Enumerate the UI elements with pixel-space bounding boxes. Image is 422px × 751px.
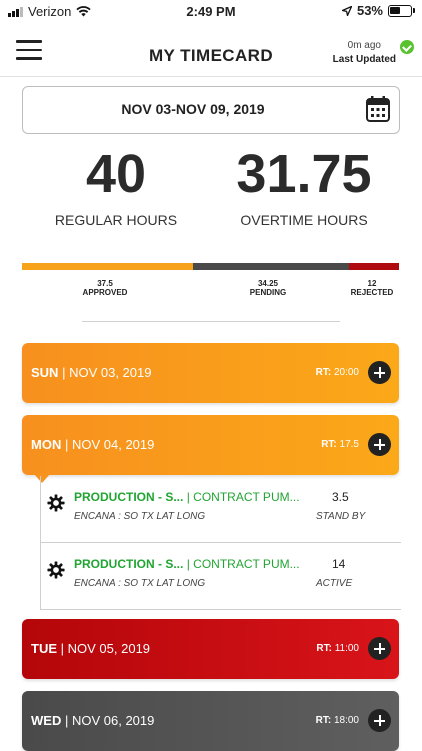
pending-value: 34.25 <box>257 279 279 288</box>
add-entry-button[interactable] <box>368 361 391 384</box>
app-header: MY TIMECARD 0m ago Last Updated <box>0 34 422 77</box>
day-rt: RT: 17.5 <box>321 439 359 450</box>
pending-stat: 34.25 PENDING <box>233 279 303 297</box>
entry-client: ENCANA : SO TX LAT LONG <box>74 511 206 522</box>
rt-label: RT: <box>316 643 332 654</box>
pending-segment <box>192 263 349 270</box>
entry-job: PRODUCTION - S... <box>74 557 184 571</box>
day-separator: | <box>60 641 65 656</box>
approved-value: 37.5 <box>97 279 113 288</box>
battery-percent: 53% <box>356 3 383 18</box>
add-entry-button[interactable] <box>368 709 391 732</box>
entry-status: STAND BY <box>316 511 366 522</box>
hours-status-labels: 37.5 APPROVED 34.25 PENDING 12 REJECTED <box>22 279 399 299</box>
rt-label: RT: <box>315 715 332 726</box>
date-range-picker[interactable]: NOV 03-NOV 09, 2019 <box>22 86 400 134</box>
status-bar: Verizon 2:49 PM 53% <box>0 0 422 24</box>
entry-task: CONTRACT PUM... <box>193 490 300 504</box>
approved-stat: 37.5 APPROVED <box>70 279 140 297</box>
day-name: SUN <box>31 365 59 380</box>
rt-label: RT: <box>321 439 337 450</box>
day-row-label: TUE | NOV 05, 2019 <box>31 641 150 656</box>
last-updated-ago: 0m ago <box>347 40 381 51</box>
hours-status-bar <box>22 263 399 270</box>
rejected-stat: 12 REJECTED <box>339 279 405 297</box>
rt-value: 20:00 <box>333 367 359 378</box>
day-name: TUE <box>31 641 57 656</box>
day-date: NOV 03, 2019 <box>69 365 152 380</box>
check-circle-icon <box>400 40 414 54</box>
entry-status: ACTIVE <box>316 578 353 589</box>
battery-icon <box>388 4 415 17</box>
day-date: NOV 05, 2019 <box>67 641 151 656</box>
gear-icon <box>47 494 65 512</box>
day-date: NOV 06, 2019 <box>71 713 155 728</box>
last-updated[interactable]: 0m ago Last Updated <box>332 40 414 65</box>
day-row-label: MON | NOV 04, 2019 <box>31 437 154 452</box>
rt-value: 11:00 <box>334 643 359 654</box>
location-arrow-icon <box>341 5 352 16</box>
rt-value: 17.5 <box>339 439 359 450</box>
pending-label: PENDING <box>249 288 287 297</box>
day-rt: RT: 18:00 <box>316 715 359 726</box>
day-name: WED <box>31 713 62 728</box>
entry-title: PRODUCTION - S... | CONTRACT PUM... <box>74 490 300 504</box>
day-rt: RT: 20:00 <box>316 367 359 378</box>
time-entry[interactable]: PRODUCTION - S... | CONTRACT PUM... ENCA… <box>41 476 401 542</box>
regular-hours-label: REGULAR HOURS <box>54 212 178 228</box>
day-rt: RT: 11:00 <box>316 643 359 654</box>
day-row-label: WED | NOV 06, 2019 <box>31 713 154 728</box>
date-range-label: NOV 03-NOV 09, 2019 <box>121 101 265 117</box>
entry-sep: | <box>186 557 190 571</box>
status-right: 53% <box>341 3 415 18</box>
rejected-segment <box>348 263 399 270</box>
time-entry[interactable]: PRODUCTION - S... | CONTRACT PUM... ENCA… <box>41 542 401 609</box>
day-separator: | <box>62 365 66 380</box>
mon-entries: PRODUCTION - S... | CONTRACT PUM... ENCA… <box>40 476 401 610</box>
rt-label: RT: <box>315 367 332 378</box>
add-entry-button[interactable] <box>368 433 391 456</box>
overtime-hours-label: OVERTIME HOURS <box>240 212 368 228</box>
overtime-hours-value: 31.75 <box>236 144 372 204</box>
day-row-label: SUN | NOV 03, 2019 <box>31 365 151 380</box>
overtime-hours: 31.75 OVERTIME HOURS <box>204 142 404 228</box>
entry-sep: | <box>186 490 190 504</box>
entry-title: PRODUCTION - S... | CONTRACT PUM... <box>74 557 300 571</box>
day-row-mon[interactable]: MON | NOV 04, 2019 RT: 17.5 <box>22 415 399 483</box>
day-row-sun[interactable]: SUN | NOV 03, 2019 RT: 20:00 <box>22 343 399 403</box>
gear-icon <box>47 561 65 579</box>
calendar-icon[interactable] <box>366 96 390 122</box>
regular-hours-value: 40 <box>85 144 147 204</box>
regular-hours: 40 REGULAR HOURS <box>16 142 216 228</box>
approved-segment <box>22 263 193 270</box>
divider <box>82 321 340 322</box>
day-name: MON <box>31 437 62 452</box>
day-separator: | <box>64 437 69 452</box>
day-row-tue[interactable]: TUE | NOV 05, 2019 RT: 11:00 <box>22 619 399 679</box>
day-separator: | <box>64 713 69 728</box>
entry-hours: 3.5 <box>332 490 349 504</box>
rejected-value: 12 <box>367 279 377 288</box>
day-row-wed[interactable]: WED | NOV 06, 2019 RT: 18:00 <box>22 691 399 751</box>
entry-client: ENCANA : SO TX LAT LONG <box>74 578 206 589</box>
day-date: NOV 04, 2019 <box>71 437 155 452</box>
last-updated-label: Last Updated <box>332 54 396 65</box>
add-entry-button[interactable] <box>368 637 391 660</box>
entry-hours: 14 <box>332 557 346 571</box>
approved-label: APPROVED <box>82 288 128 297</box>
entry-job: PRODUCTION - S... <box>74 490 184 504</box>
rejected-label: REJECTED <box>350 288 394 297</box>
entry-task: CONTRACT PUM... <box>193 557 300 571</box>
rt-value: 18:00 <box>333 715 359 726</box>
